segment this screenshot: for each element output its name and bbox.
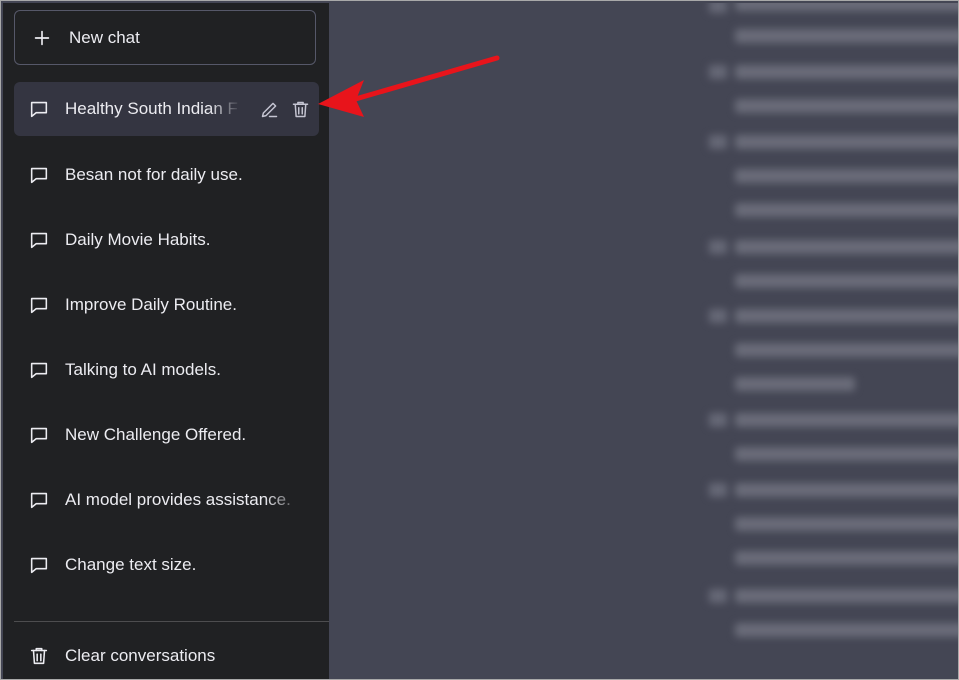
conversation-item[interactable]: Change text size.: [14, 538, 319, 592]
conversation-label: New Challenge Offered.: [65, 425, 247, 444]
chat-bubble-icon: [30, 427, 48, 444]
conversation-label: Change text size.: [65, 555, 197, 574]
conversation-label: Daily Movie Habits.: [65, 230, 211, 249]
chat-bubble-icon: [30, 557, 48, 574]
plus-icon: [34, 30, 50, 45]
chat-bubble-icon: [30, 167, 48, 184]
conversation-item[interactable]: Improve Daily Routine.: [14, 278, 319, 332]
conversation-actions: [259, 99, 311, 120]
clear-conversations-button[interactable]: Clear conversations: [14, 629, 319, 679]
conversation-label: Talking to AI models.: [65, 360, 221, 379]
trash-icon[interactable]: [290, 99, 311, 120]
new-chat-button[interactable]: New chat: [14, 10, 316, 65]
conversation-label: Improve Daily Routine.: [65, 295, 237, 314]
new-chat-label: New chat: [69, 27, 140, 47]
conversation-label: Besan not for daily use.: [65, 165, 243, 184]
conversation-item[interactable]: New Challenge Offered.: [14, 408, 319, 462]
conversation-item[interactable]: Besan not for daily use.: [14, 148, 319, 202]
chat-bubble-icon: [30, 232, 48, 249]
conversation-label: Healthy South Indian F: [65, 99, 238, 118]
conversation-item[interactable]: Talking to AI models.: [14, 343, 319, 397]
pencil-icon[interactable]: [259, 99, 280, 120]
conversation-item-active[interactable]: Healthy South Indian F: [14, 82, 319, 136]
conversation-item[interactable]: AI model provides assistance.: [14, 473, 319, 527]
chat-bubble-icon: [30, 362, 48, 379]
clear-conversations-label: Clear conversations: [65, 646, 216, 665]
chat-bubble-icon: [30, 492, 48, 509]
chat-bubble-icon: [30, 101, 48, 118]
trash-icon: [30, 647, 48, 665]
main-content-blurred: [329, 3, 958, 679]
chat-bubble-icon: [30, 297, 48, 314]
app-window: New chat Healthy South Indian F Besan no…: [0, 0, 959, 680]
conversation-item[interactable]: Daily Movie Habits.: [14, 213, 319, 267]
conversation-label: AI model provides assistance.: [65, 490, 291, 509]
sidebar-divider: [14, 621, 329, 622]
sidebar: New chat Healthy South Indian F Besan no…: [3, 3, 329, 679]
blurred-response-text: [329, 3, 958, 679]
